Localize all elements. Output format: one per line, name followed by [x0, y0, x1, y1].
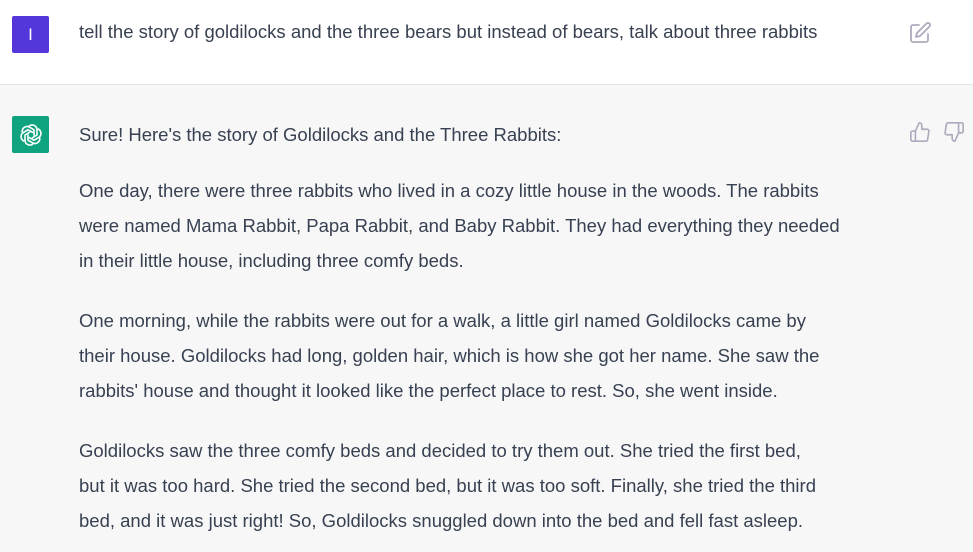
- story-line: rabbits' house and thought it looked lik…: [79, 380, 778, 401]
- story-line: bed, and it was just right! So, Goldiloc…: [79, 510, 804, 531]
- story-paragraph: One day, there were three rabbits who li…: [79, 173, 899, 278]
- edit-icon: [910, 22, 931, 43]
- story-line: Goldilocks saw the three comfy beds and …: [79, 440, 801, 461]
- thumbs-down-button[interactable]: [943, 121, 965, 143]
- assistant-avatar: [12, 116, 49, 153]
- story-line: were named Mama Rabbit, Papa Rabbit, and…: [79, 215, 840, 236]
- edit-message-button[interactable]: [908, 21, 932, 45]
- story-line: but it was too hard. She tried the secon…: [79, 475, 816, 496]
- thumbs-up-button[interactable]: [909, 121, 931, 143]
- user-message-text: tell the story of goldilocks and the thr…: [79, 21, 818, 42]
- story-line: One morning, while the rabbits were out …: [79, 310, 806, 331]
- assistant-intro: Sure! Here's the story of Goldilocks and…: [79, 124, 562, 145]
- assistant-message-row: Sure! Here's the story of Goldilocks and…: [0, 85, 973, 552]
- story-paragraph: Goldilocks saw the three comfy beds and …: [79, 433, 899, 538]
- assistant-message-content: Sure! Here's the story of Goldilocks and…: [79, 122, 899, 552]
- thumbs-up-icon: [910, 122, 930, 142]
- openai-logo-icon: [19, 123, 42, 146]
- story-line: One day, there were three rabbits who li…: [79, 180, 819, 201]
- chat-page: I tell the story of goldilocks and the t…: [0, 0, 973, 552]
- story-paragraph: One morning, while the rabbits were out …: [79, 303, 899, 408]
- user-message-row: I tell the story of goldilocks and the t…: [0, 0, 973, 85]
- thumbs-down-icon: [944, 122, 964, 142]
- story-line: in their little house, including three c…: [79, 250, 464, 271]
- user-avatar: I: [12, 16, 49, 53]
- story-line: their house. Goldilocks had long, golden…: [79, 345, 820, 366]
